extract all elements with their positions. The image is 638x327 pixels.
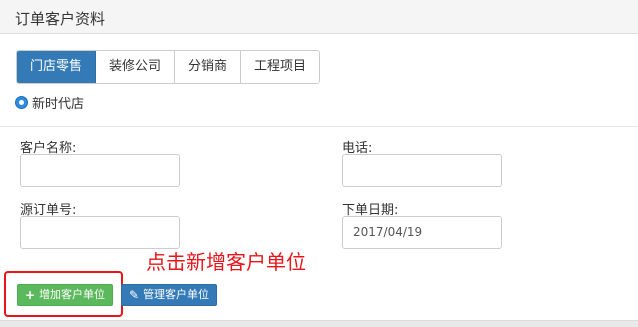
annotation-text: 点击新增客户单位 [146, 250, 306, 274]
pencil-icon: ✎ [129, 288, 140, 302]
manage-customer-unit-button[interactable]: ✎ 管理客户单位 [121, 284, 218, 306]
tab-decoration-company[interactable]: 装修公司 [96, 51, 176, 83]
panel-header: 订单客户资料 [0, 0, 638, 34]
store-radio-label: 新时代店 [32, 96, 85, 112]
bottom-bar [0, 320, 638, 327]
radio-selected-icon[interactable] [15, 95, 28, 109]
phone-input[interactable] [342, 154, 502, 187]
tab-distributor[interactable]: 分销商 [175, 51, 242, 83]
tab-engineering-project[interactable]: 工程项目 [241, 51, 320, 83]
plus-icon: + [25, 288, 36, 302]
add-customer-unit-label: 增加客户单位 [39, 288, 106, 301]
panel-title: 订单客户资料 [15, 10, 106, 28]
order-date-input[interactable]: 2017/04/19 [342, 216, 502, 249]
section-divider [0, 126, 638, 127]
store-radio-option[interactable]: 新时代店 [15, 93, 85, 112]
tab-store-retail[interactable]: 门店零售 [17, 51, 97, 83]
customer-name-input[interactable] [20, 154, 180, 187]
source-order-no-input[interactable] [20, 216, 180, 249]
customer-type-tabs: 门店零售 装修公司 分销商 工程项目 [16, 50, 321, 84]
add-customer-unit-button[interactable]: + 增加客户单位 [17, 284, 114, 306]
manage-customer-unit-label: 管理客户单位 [143, 288, 210, 301]
